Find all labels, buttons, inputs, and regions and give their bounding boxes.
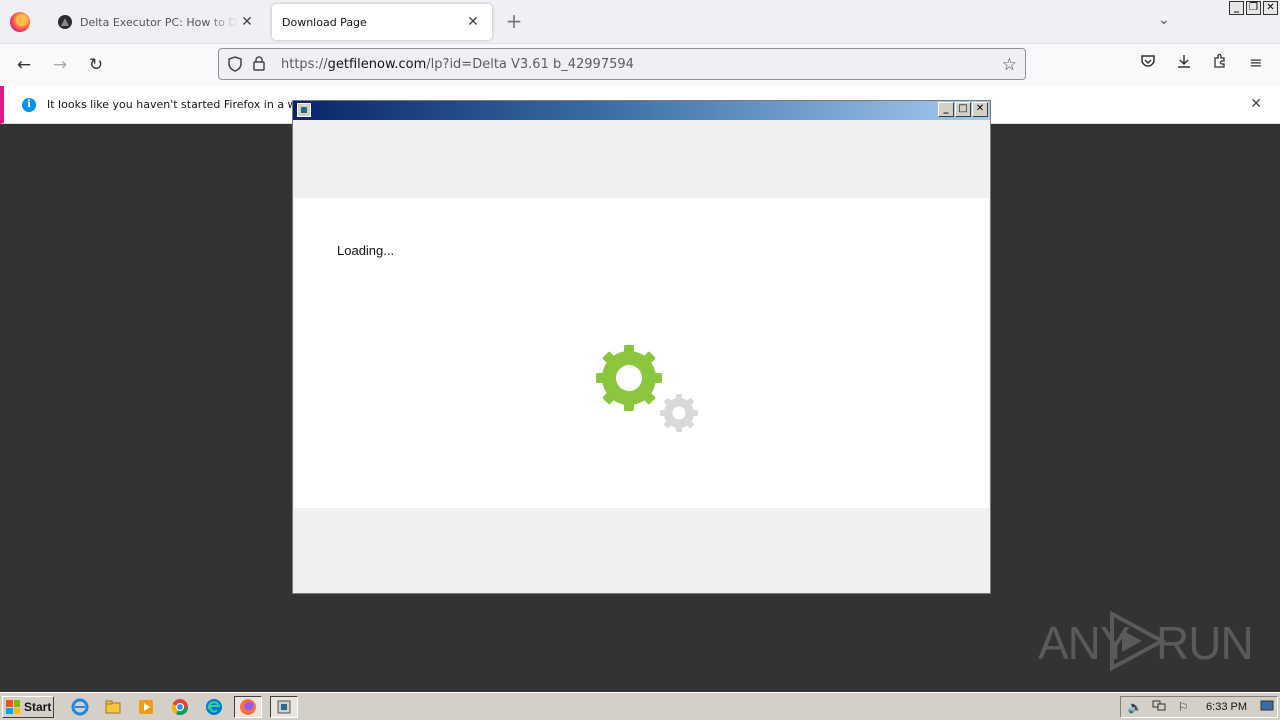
firefox-logo-icon[interactable] [10, 12, 30, 32]
explorer-icon[interactable] [103, 697, 123, 717]
navigation-toolbar: ← → ↻ https://getfilenow.com/lp?id=Delta… [0, 44, 1280, 86]
list-all-tabs-icon[interactable]: ⌄ [1158, 12, 1170, 28]
dialog-header-area [293, 120, 990, 198]
watermark-text-right: RUN [1156, 617, 1254, 669]
tab-title: Download Page [282, 15, 367, 29]
edge-icon[interactable] [204, 697, 224, 717]
ie-icon[interactable] [70, 697, 90, 717]
window-controls: _ ❐ ✕ [1229, 1, 1278, 15]
url-text[interactable]: https://getfilenow.com/lp?id=Delta V3.61… [281, 57, 634, 72]
tab-strip: Delta Executor PC: How to Download ✕ Dow… [0, 0, 1280, 44]
bookmark-star-icon[interactable]: ☆ [1002, 55, 1017, 75]
taskbar: Start 🔈 ⚐ 6:33 PM [0, 692, 1280, 720]
dialog-titlebar[interactable]: _ □ ✕ [293, 101, 990, 120]
back-arrow-icon[interactable]: ← [12, 53, 36, 77]
downloads-icon[interactable] [1172, 53, 1196, 73]
chrome-icon[interactable] [170, 697, 190, 717]
dialog-content: Loading... [294, 198, 989, 508]
small-gear-icon [660, 394, 698, 432]
firefox-taskbar-icon[interactable] [234, 696, 262, 718]
url-domain: getfilenow.com [327, 56, 427, 72]
windows-logo-icon [6, 700, 20, 714]
close-window-button[interactable]: ✕ [1263, 1, 1278, 15]
extensions-icon[interactable] [1208, 53, 1232, 73]
dialog-minimize-button[interactable]: _ [938, 102, 954, 117]
show-desktop-icon[interactable] [1259, 700, 1275, 714]
tab-delta-executor[interactable]: Delta Executor PC: How to Download ✕ [48, 4, 266, 40]
installer-dialog: _ □ ✕ Loading... [292, 100, 991, 594]
start-label: Start [24, 700, 52, 714]
delta-favicon-icon [58, 15, 72, 29]
close-tab-icon[interactable]: ✕ [464, 13, 482, 31]
installer-taskbar-icon[interactable] [270, 696, 298, 718]
reload-icon[interactable]: ↻ [84, 53, 108, 77]
hamburger-menu-icon[interactable]: ≡ [1244, 53, 1268, 72]
clock[interactable]: 6:33 PM [1206, 701, 1247, 713]
dialog-close-button[interactable]: ✕ [972, 102, 988, 117]
gears-loading-icon [596, 345, 698, 432]
restore-button[interactable]: ❐ [1246, 1, 1261, 15]
anyrun-watermark: ANY RUN [1038, 608, 1254, 674]
start-button[interactable]: Start [2, 696, 54, 718]
new-tab-button[interactable]: + [504, 11, 524, 32]
loading-label: Loading... [337, 243, 395, 258]
forward-arrow-icon[interactable]: → [48, 53, 72, 77]
tracking-shield-icon[interactable] [227, 56, 243, 72]
large-gear-icon [596, 345, 662, 411]
url-bar[interactable]: https://getfilenow.com/lp?id=Delta V3.61… [218, 48, 1026, 80]
dialog-maximize-button[interactable]: □ [955, 102, 971, 117]
action-center-flag-icon[interactable]: ⚐ [1175, 700, 1191, 714]
tab-download-page[interactable]: Download Page ✕ [272, 4, 492, 40]
info-icon: i [22, 97, 36, 112]
network-icon[interactable] [1151, 700, 1167, 714]
dialog-controls: _ □ ✕ [938, 102, 988, 117]
app-icon [297, 103, 311, 117]
close-tab-icon[interactable]: ✕ [238, 13, 256, 31]
notification-message: It looks like you haven't started Firefo… [47, 98, 332, 111]
pocket-icon[interactable] [1136, 53, 1160, 73]
close-notification-icon[interactable]: ✕ [1250, 96, 1262, 112]
url-path: /lp?id=Delta V3.61 b_42997594 [426, 56, 634, 72]
lock-icon[interactable] [251, 56, 267, 72]
volume-icon[interactable]: 🔈 [1127, 700, 1143, 714]
media-player-icon[interactable] [136, 697, 156, 717]
url-prefix: https:// [281, 56, 328, 72]
minimize-button[interactable]: _ [1229, 1, 1244, 15]
system-tray: 🔈 ⚐ 6:33 PM [1120, 696, 1278, 718]
tab-title: Delta Executor PC: How to Download [80, 15, 238, 29]
